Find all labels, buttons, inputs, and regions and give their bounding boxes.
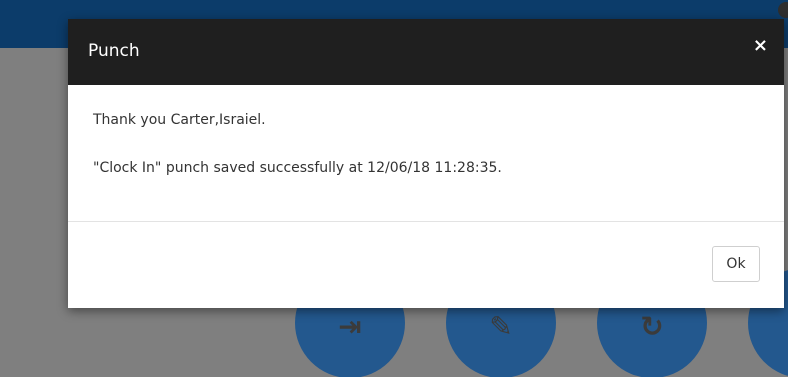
punch-confirmation-text: "Clock In" punch saved successfully at 1… xyxy=(93,160,502,176)
dialog-header: Punch × xyxy=(68,19,784,85)
close-icon[interactable]: × xyxy=(753,36,768,56)
user-icon[interactable] xyxy=(778,2,788,18)
ok-button[interactable]: Ok xyxy=(712,246,760,282)
dialog-body: Thank you Carter,Israiel. "Clock In" pun… xyxy=(68,85,784,222)
page: ⇥ ✎ ↻ • Punch × Thank you Carter,Israiel… xyxy=(0,0,788,377)
dialog-footer: Ok xyxy=(68,222,784,308)
punch-dialog: Punch × Thank you Carter,Israiel. "Clock… xyxy=(68,19,784,308)
greeting-text: Thank you Carter,Israiel. xyxy=(93,112,266,128)
dialog-title: Punch xyxy=(88,41,140,61)
